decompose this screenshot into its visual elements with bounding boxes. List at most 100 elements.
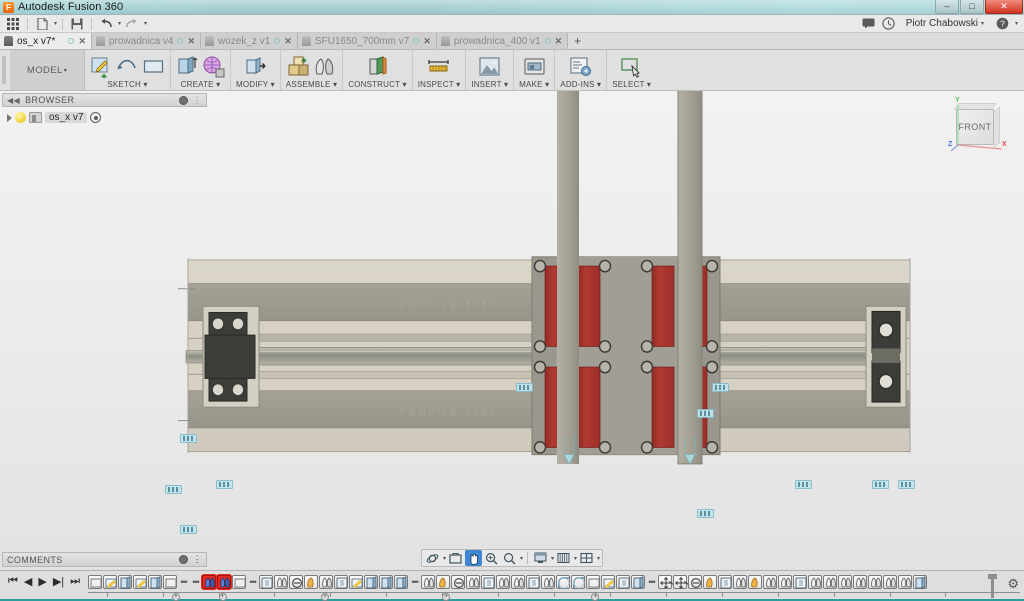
ribbon-group-label[interactable]: MODIFY ▾ bbox=[236, 80, 275, 89]
history-icon[interactable] bbox=[880, 16, 898, 32]
browser-root-label[interactable]: os_x v7 bbox=[45, 112, 87, 123]
expand-triangle-icon[interactable] bbox=[7, 114, 12, 122]
timeline-feature-extrude[interactable] bbox=[913, 575, 927, 589]
help-caret-icon[interactable]: ▾ bbox=[1015, 20, 1018, 27]
ribbon-group-label[interactable]: ADD-INS ▾ bbox=[560, 80, 601, 89]
timeline-feature-component[interactable] bbox=[481, 575, 495, 589]
sketch-rectangle-icon[interactable] bbox=[142, 55, 165, 78]
joint-icon[interactable] bbox=[313, 55, 336, 78]
go-to-beginning-button[interactable]: ⏮ bbox=[8, 575, 18, 588]
redo-icon[interactable] bbox=[123, 16, 141, 32]
comments-grip-icon[interactable]: ⋮ bbox=[193, 554, 202, 565]
orbit-icon[interactable] bbox=[424, 550, 441, 566]
maximize-button[interactable]: □ bbox=[960, 0, 984, 14]
browser-tree-root-row[interactable]: os_x v7 bbox=[4, 110, 207, 125]
timeline-feature-asbuilt[interactable] bbox=[763, 575, 777, 589]
timeline-feature-fillet[interactable] bbox=[571, 575, 585, 589]
timeline-group-expand-icon[interactable]: + bbox=[591, 593, 599, 601]
extrude-icon[interactable] bbox=[176, 55, 199, 78]
timeline-feature-move[interactable] bbox=[673, 575, 687, 589]
timeline-feature-fillet[interactable] bbox=[556, 575, 570, 589]
timeline-feature-asbuilt[interactable] bbox=[853, 575, 867, 589]
timeline-feature-asbuilt[interactable] bbox=[748, 575, 762, 589]
timeline-feature-component[interactable] bbox=[259, 575, 273, 589]
timeline-feature-sketch-yellow[interactable] bbox=[601, 575, 615, 589]
new-tab-button[interactable]: + bbox=[568, 33, 587, 49]
pan-icon[interactable] bbox=[465, 550, 482, 566]
comments-panel[interactable]: COMMENTS ⋮ bbox=[2, 552, 207, 567]
timeline-feature-component[interactable] bbox=[793, 575, 807, 589]
ribbon-group-label[interactable]: CREATE ▾ bbox=[181, 80, 221, 89]
timeline-feature-extrude[interactable] bbox=[394, 575, 408, 589]
grid-snaps-icon[interactable] bbox=[555, 550, 572, 566]
view-cube[interactable]: FRONT Y X Z bbox=[940, 97, 1010, 159]
document-tab-1[interactable]: prowadnica v4 ✕ bbox=[92, 33, 201, 49]
timeline-feature-component[interactable] bbox=[718, 575, 732, 589]
timeline-feature-rigid[interactable] bbox=[289, 575, 303, 589]
ribbon-group-label[interactable]: ASSEMBLE ▾ bbox=[286, 80, 337, 89]
timeline-feature-sketch[interactable] bbox=[88, 575, 102, 589]
go-to-end-button[interactable]: ⏭ bbox=[70, 575, 80, 588]
viewports-caret-icon[interactable]: ▾ bbox=[597, 555, 600, 562]
help-icon[interactable]: ? bbox=[994, 16, 1012, 32]
timeline-group-expand-icon[interactable]: + bbox=[321, 593, 329, 601]
timeline-group-expand-icon[interactable]: + bbox=[172, 593, 180, 601]
insert-mcmaster-icon[interactable] bbox=[478, 55, 501, 78]
ribbon-group-label[interactable]: SKETCH ▾ bbox=[107, 80, 147, 89]
play-button[interactable]: ▶ bbox=[38, 575, 46, 588]
new-document-icon[interactable] bbox=[33, 16, 51, 32]
user-name-label[interactable]: Piotr Chabowski bbox=[906, 18, 978, 29]
timeline-feature-extrude[interactable] bbox=[631, 575, 645, 589]
browser-settings-icon[interactable] bbox=[179, 96, 188, 105]
user-menu-caret-icon[interactable]: ▾ bbox=[981, 20, 984, 27]
offset-plane-icon[interactable] bbox=[366, 55, 389, 78]
app-grid-icon[interactable] bbox=[4, 16, 22, 32]
timeline-feature-group[interactable]: ••• bbox=[646, 575, 657, 589]
viewports-icon[interactable] bbox=[578, 550, 595, 566]
document-tab-2[interactable]: wozek_z v1 ✕ bbox=[201, 33, 298, 49]
ribbon-group-label[interactable]: INSERT ▾ bbox=[471, 80, 508, 89]
timeline-feature-rigid[interactable] bbox=[451, 575, 465, 589]
undo-caret-icon[interactable]: ▾ bbox=[118, 20, 121, 27]
3d-canvas[interactable]: PROFILE 4080 PROFILE 4080 bbox=[0, 91, 1024, 570]
timeline-feature-joint[interactable] bbox=[202, 575, 216, 589]
ribbon-group-label[interactable]: MAKE ▾ bbox=[519, 80, 549, 89]
timeline-feature-mirror[interactable] bbox=[541, 575, 555, 589]
timeline-feature-sketch-yellow[interactable] bbox=[349, 575, 363, 589]
timeline-feature-asbuilt[interactable] bbox=[436, 575, 450, 589]
tab-close-icon[interactable]: ✕ bbox=[78, 36, 86, 47]
measure-icon[interactable] bbox=[427, 55, 450, 78]
zoom-caret-icon[interactable]: ▾ bbox=[520, 555, 523, 562]
messages-icon[interactable] bbox=[860, 16, 878, 32]
cnc-gantry-model[interactable]: PROFILE 4080 PROFILE 4080 bbox=[0, 91, 1024, 570]
tab-close-icon[interactable]: ✕ bbox=[187, 36, 195, 47]
timeline-feature-asbuilt[interactable] bbox=[319, 575, 333, 589]
document-tab-4[interactable]: prowadnica_400 v1 ✕ bbox=[437, 33, 568, 49]
display-settings-icon[interactable] bbox=[532, 550, 549, 566]
undo-icon[interactable] bbox=[97, 16, 115, 32]
tab-close-icon[interactable]: ✕ bbox=[555, 36, 563, 47]
browser-grip-icon[interactable]: ⋮ bbox=[193, 95, 202, 106]
timeline-feature-move[interactable] bbox=[658, 575, 672, 589]
ribbon-grab-handle[interactable] bbox=[2, 56, 6, 84]
press-pull-icon[interactable] bbox=[244, 55, 267, 78]
collapse-panel-icon[interactable]: ◀◀ bbox=[7, 96, 20, 105]
tab-close-icon[interactable]: ✕ bbox=[423, 36, 431, 47]
activate-component-icon[interactable] bbox=[90, 112, 101, 123]
redo-caret-icon[interactable]: ▾ bbox=[144, 20, 147, 27]
timeline-feature-mirror[interactable] bbox=[733, 575, 747, 589]
timeline-feature-group[interactable]: ••• bbox=[247, 575, 258, 589]
timeline-settings-icon[interactable]: ⚙ bbox=[1007, 576, 1019, 592]
document-tab-3[interactable]: SFU1650_700mm v7 ✕ bbox=[298, 33, 437, 49]
ribbon-group-label[interactable]: CONSTRUCT ▾ bbox=[348, 80, 407, 89]
browser-header[interactable]: ◀◀ BROWSER ⋮ bbox=[2, 93, 207, 107]
ribbon-group-label[interactable]: INSPECT ▾ bbox=[418, 80, 461, 89]
timeline-feature-sketch-yellow[interactable] bbox=[133, 575, 147, 589]
timeline-end-marker[interactable] bbox=[991, 574, 994, 598]
look-at-icon[interactable] bbox=[447, 550, 464, 566]
timeline-feature-asbuilt[interactable] bbox=[304, 575, 318, 589]
light-bulb-icon[interactable] bbox=[15, 112, 26, 123]
close-button[interactable]: ✕ bbox=[985, 0, 1023, 14]
document-tab-0[interactable]: os_x v7* ✕ bbox=[0, 33, 92, 49]
timeline-feature-mirror[interactable] bbox=[823, 575, 837, 589]
